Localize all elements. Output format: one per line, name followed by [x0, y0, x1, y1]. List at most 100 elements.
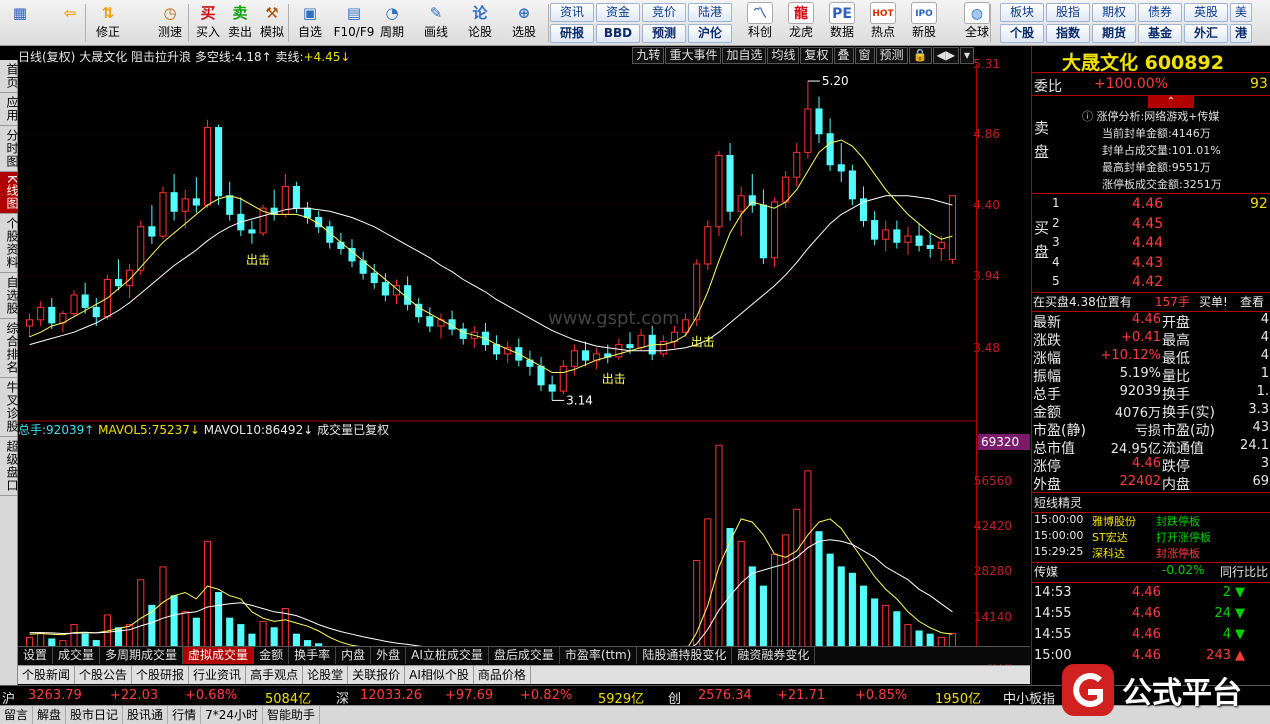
chart-tool-9[interactable]: ◀▶: [932, 47, 959, 64]
bottom-item-3[interactable]: 股讯通: [123, 706, 169, 724]
chart-tool-10[interactable]: ▾: [959, 47, 974, 64]
left-tab-7[interactable]: 牛叉诊股: [0, 378, 19, 437]
toolbar-link-0[interactable]: 资讯: [550, 3, 594, 22]
grid-button[interactable]: ▦: [2, 2, 38, 44]
collapse-up-icon[interactable]: ⌃: [1148, 96, 1194, 108]
indicator-tab-8[interactable]: AI立桩成交量: [406, 647, 489, 664]
market-link2-5[interactable]: 港: [1230, 24, 1252, 43]
chart-tool-7[interactable]: 预测: [875, 47, 908, 64]
left-tab-1[interactable]: 应用: [0, 93, 19, 126]
hot-button[interactable]: HOT 热点: [863, 2, 903, 44]
spirit-row[interactable]: 15:29:25 深科达 封涨停板: [1032, 545, 1270, 563]
chart-tool-8[interactable]: 🔒: [908, 47, 932, 64]
info-tab-2[interactable]: 个股研报: [132, 666, 190, 684]
toolbar-link2-1[interactable]: BBD: [596, 24, 640, 43]
dragon-button[interactable]: 龍龙虎: [781, 2, 821, 44]
back-arrow-button[interactable]: ⇦: [52, 2, 88, 44]
left-tab-6[interactable]: 综合排名: [0, 319, 19, 378]
gspt-logo-icon: [1062, 664, 1114, 716]
chart-tool-1[interactable]: 重大事件: [665, 47, 722, 64]
toolbar-link-2[interactable]: 竞价: [642, 3, 686, 22]
indicator-tab-3[interactable]: 虚拟成交量: [183, 647, 255, 664]
indicator-tab-11[interactable]: 陆股通持股变化: [637, 647, 733, 664]
toolbar-link-1[interactable]: 资金: [596, 3, 640, 22]
market-link-2[interactable]: 期权: [1092, 3, 1136, 22]
chart-tool-5[interactable]: 叠: [833, 47, 854, 64]
market-link2-1[interactable]: 指数: [1046, 24, 1090, 43]
ipo-button[interactable]: IPO 新股: [904, 2, 944, 44]
market-link2-3[interactable]: 基金: [1138, 24, 1182, 43]
indicator-tab-2[interactable]: 多周期成交量: [100, 647, 184, 664]
discuss-button[interactable]: 论论股: [462, 2, 498, 44]
bottom-item-4[interactable]: 行情: [168, 706, 202, 724]
kline-svg[interactable]: 5.203.14出击出击出击www.gspt.com: [18, 64, 976, 664]
candle-body: [637, 334, 645, 349]
market-link-4[interactable]: 英股: [1184, 3, 1228, 22]
pe-button[interactable]: PE 数据: [822, 2, 862, 44]
info-tab-5[interactable]: 论股堂: [303, 666, 349, 684]
toolbar-link2-0[interactable]: 研报: [550, 24, 594, 43]
indicator-tab-10[interactable]: 市盈率(ttm): [560, 647, 638, 664]
indicator-tab-0[interactable]: 设置: [18, 647, 54, 664]
chart-tool-4[interactable]: 复权: [800, 47, 833, 64]
indicator-tab-12[interactable]: 融资融券变化: [732, 647, 816, 664]
market-link-3[interactable]: 债券: [1138, 3, 1182, 22]
view-link[interactable]: 查看: [1240, 293, 1264, 310]
left-tab-3[interactable]: K线图: [0, 172, 19, 214]
info-tab-6[interactable]: 关联报价: [348, 666, 406, 684]
signal-label: 出击: [691, 335, 715, 349]
star-folder-button[interactable]: ▣ 自选: [292, 2, 328, 44]
pencil-button[interactable]: ✎ 画线: [418, 2, 454, 44]
info-tab-1[interactable]: 个股公告: [75, 666, 133, 684]
indicator-tab-1[interactable]: 成交量: [53, 647, 101, 664]
market-link2-2[interactable]: 期货: [1092, 24, 1136, 43]
market-link2-4[interactable]: 外汇: [1184, 24, 1228, 43]
up-down-button[interactable]: ⇅ 修正: [90, 2, 126, 44]
chart-tool-3[interactable]: 均线: [767, 47, 800, 64]
globe-button[interactable]: ◍ 全球: [957, 2, 997, 44]
indicator-tab-4[interactable]: 金额: [254, 647, 290, 664]
market-link-5[interactable]: 美: [1230, 3, 1252, 22]
info-tab-4[interactable]: 高手观点: [246, 666, 304, 684]
chart-tool-6[interactable]: 窗: [854, 47, 875, 64]
chart-tool-2[interactable]: 加自选: [722, 47, 767, 64]
left-tab-4[interactable]: 个股资料: [0, 214, 19, 273]
market-link2-0[interactable]: 个股: [1000, 24, 1044, 43]
left-tab-0[interactable]: 首页: [0, 60, 19, 93]
sell-button[interactable]: 卖卖出: [222, 2, 258, 44]
bottom-item-1[interactable]: 解盘: [33, 706, 67, 724]
buy-icon: 买: [200, 4, 216, 22]
chart-tool-0[interactable]: 九转: [632, 47, 665, 64]
toolbar-link2-3[interactable]: 沪伦: [688, 24, 732, 43]
indicator-tab-6[interactable]: 内盘: [336, 647, 372, 664]
chart-button[interactable]: 〽科创: [740, 2, 780, 44]
info-tab-3[interactable]: 行业资讯: [189, 666, 247, 684]
bottom-item-5[interactable]: 7*24小时: [201, 706, 263, 724]
left-tab-8[interactable]: 超级盘口: [0, 437, 19, 496]
info-tab-0[interactable]: 个股新闻: [18, 666, 76, 684]
info-tab-7[interactable]: AI相似个股: [405, 666, 474, 684]
buy-button[interactable]: 买买入: [190, 2, 226, 44]
hammer-button[interactable]: ⚒ 模拟: [254, 2, 290, 44]
indicator-tab-5[interactable]: 换手率: [289, 647, 337, 664]
left-tab-5[interactable]: 自选股: [0, 273, 19, 319]
sell-icon: 卖: [232, 4, 248, 22]
axis-divider: [976, 64, 977, 664]
bottom-item-0[interactable]: 留言: [0, 706, 34, 724]
market-link-1[interactable]: 股指: [1046, 3, 1090, 22]
period-button[interactable]: ◔ 周期: [374, 2, 410, 44]
magnifier-button[interactable]: ⊕ 选股: [506, 2, 542, 44]
bottom-item-2[interactable]: 股市日记: [66, 706, 124, 724]
clock-button[interactable]: ◷ 测速: [152, 2, 188, 44]
sector-compare-tab[interactable]: 同行比比: [1220, 563, 1268, 580]
doc-button[interactable]: ▤ F10/F9: [332, 2, 376, 44]
toolbar-link-3[interactable]: 陆港: [688, 3, 732, 22]
indicator-tab-7[interactable]: 外盘: [371, 647, 407, 664]
info-tab-8[interactable]: 商品价格: [474, 666, 531, 684]
spirit-title[interactable]: 短线精灵: [1034, 494, 1082, 511]
market-link-0[interactable]: 板块: [1000, 3, 1044, 22]
toolbar-link2-2[interactable]: 预测: [642, 24, 686, 43]
left-tab-2[interactable]: 分时图: [0, 126, 19, 172]
bottom-item-6[interactable]: 智能助手: [263, 706, 320, 724]
indicator-tab-9[interactable]: 盘后成交量: [489, 647, 560, 664]
